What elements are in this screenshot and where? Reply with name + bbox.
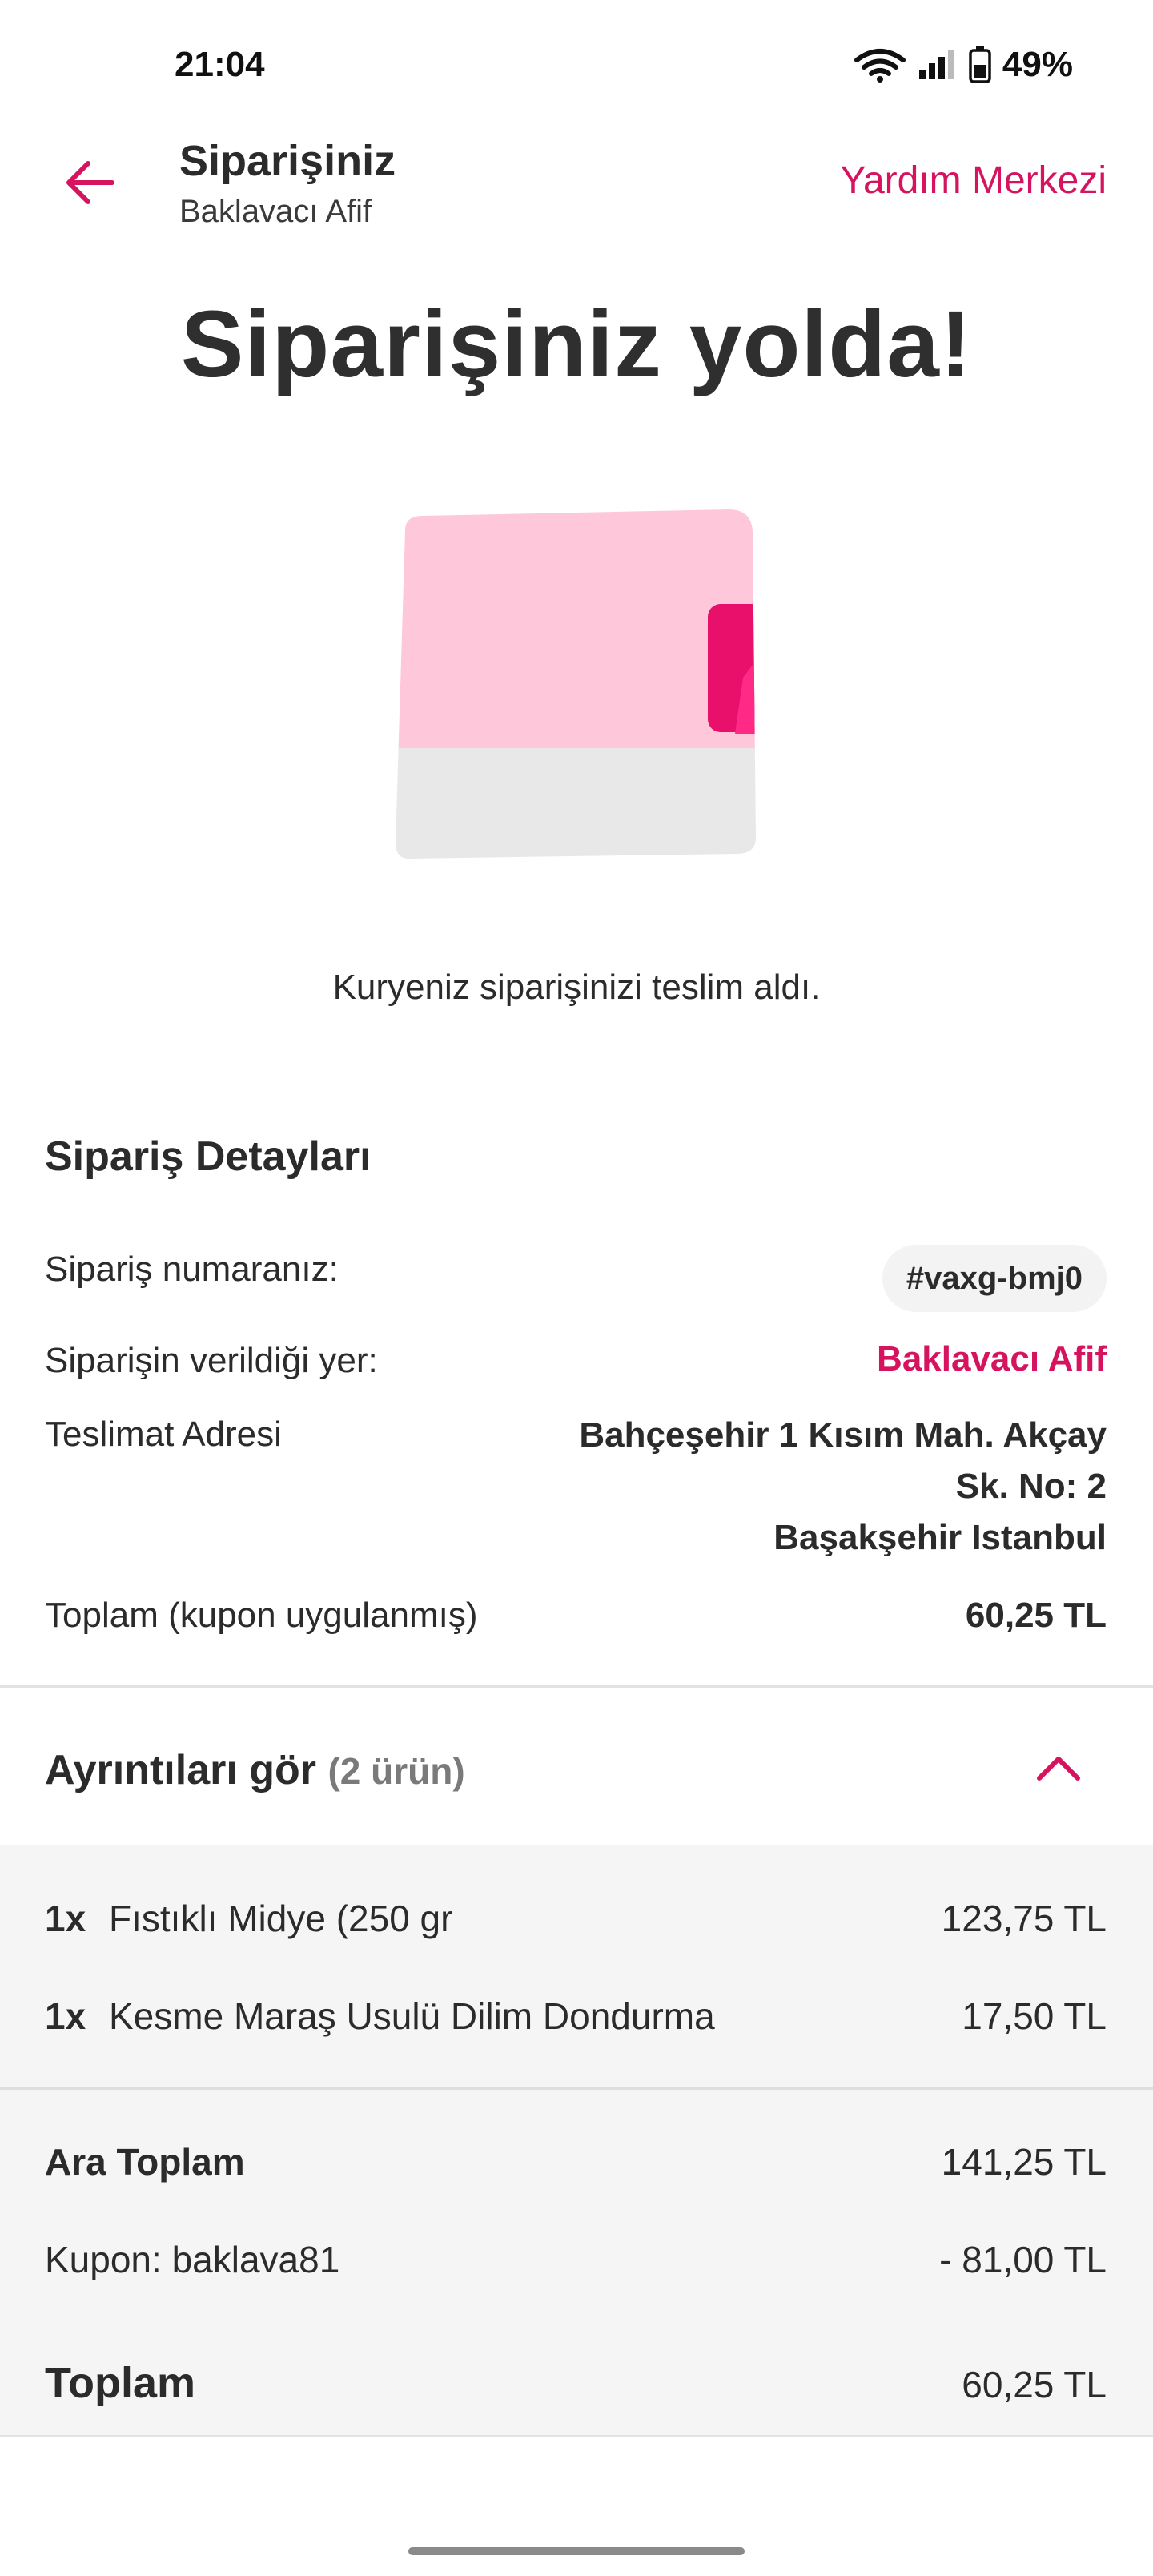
grand-total-value: 60,25 TL [962, 2364, 1107, 2405]
item-price: 123,75 TL [941, 1898, 1107, 1939]
signal-icon [918, 50, 954, 79]
status-icons: 49% [854, 45, 1073, 85]
battery-icon [969, 46, 991, 83]
item-quantity: 1x [45, 1898, 86, 1939]
wifi-icon [854, 49, 906, 83]
order-status-title: Siparişiniz yolda! [180, 292, 973, 397]
order-item-row: 1x Fıstıklı Midye (250 gr 123,75 TL [0, 1897, 1153, 1961]
placed-at-label: Siparişin verildiği yer: [45, 1341, 378, 1380]
back-button[interactable] [56, 149, 123, 216]
item-name: Kesme Maraş Usulü Dilim Dondurma [109, 1995, 715, 2037]
courier-status-message: Kuryeniz siparişinizi teslim aldı. [332, 968, 821, 1007]
accordion-label: Ayrıntıları gör [45, 1747, 317, 1793]
address-line: Bahçeşehir 1 Kısım Mah. Akçay [579, 1415, 1107, 1455]
chevron-up-icon [1037, 1757, 1080, 1781]
restaurant-subtitle: Baklavacı Afif [179, 194, 372, 229]
delivery-address: Bahçeşehir 1 Kısım Mah. Akçay Sk. No: 2 … [579, 1410, 1107, 1564]
arrow-left-icon [66, 161, 114, 204]
item-quantity: 1x [45, 1995, 86, 2037]
subtotal-value: 141,25 TL [941, 2141, 1107, 2183]
order-item-row: 1x Kesme Maraş Usulü Dilim Dondurma 17,5… [0, 1994, 1153, 2059]
status-bar: 21:04 49% [0, 0, 1153, 135]
home-indicator[interactable] [408, 2547, 745, 2555]
address-label: Teslimat Adresi [45, 1415, 282, 1454]
divider [0, 2087, 1153, 2090]
details-accordion-toggle[interactable]: Ayrıntıları gör (2 ürün) [0, 1688, 1153, 1845]
subtotal-label: Ara Toplam [45, 2141, 245, 2183]
item-name: Fıstıklı Midye (250 gr [109, 1898, 453, 1939]
order-items-panel: 1x Fıstıklı Midye (250 gr 123,75 TL 1x K… [0, 1845, 1153, 2435]
address-line: Sk. No: 2 [955, 1467, 1107, 1506]
item-price: 17,50 TL [962, 1995, 1107, 2037]
item-count: (2 ürün) [327, 1750, 465, 1792]
order-details-title: Sipariş Detayları [45, 1133, 372, 1180]
help-center-link[interactable]: Yardım Merkezi [840, 159, 1107, 203]
address-line: Başakşehir Istanbul [773, 1518, 1107, 1557]
order-number-chip[interactable]: #vaxg-bmj0 [882, 1245, 1107, 1312]
status-time: 21:04 [175, 45, 265, 84]
divider [0, 1685, 1153, 1688]
accordion-title: Ayrıntıları gör (2 ürün) [45, 1746, 465, 1794]
restaurant-link[interactable]: Baklavacı Afif [877, 1339, 1107, 1379]
total-coupon-value: 60,25 TL [965, 1596, 1107, 1635]
order-number-label: Sipariş numaranız: [45, 1250, 339, 1289]
total-coupon-label: Toplam (kupon uygulanmış) [45, 1596, 478, 1635]
coupon-label: Kupon: baklava81 [45, 2239, 340, 2280]
battery-percent: 49% [1002, 45, 1073, 84]
divider [0, 2435, 1153, 2437]
coupon-value: - 81,00 TL [939, 2239, 1107, 2280]
delivery-illustration [396, 509, 756, 859]
page-title: Siparişiniz [179, 137, 396, 185]
grand-total-label: Toplam [45, 2359, 195, 2407]
